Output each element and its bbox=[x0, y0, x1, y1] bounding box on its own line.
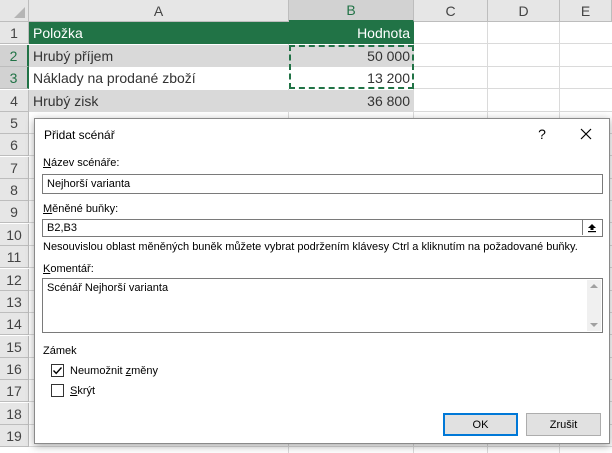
row-header-10[interactable]: 10 bbox=[0, 224, 29, 246]
ok-button[interactable]: OK bbox=[443, 413, 518, 436]
hide-checkbox[interactable] bbox=[51, 384, 64, 397]
comment-text: Scénář Nejhorší varianta bbox=[47, 282, 169, 294]
row-header-2[interactable]: 2 bbox=[0, 45, 29, 67]
prevent-changes-checkbox[interactable] bbox=[51, 364, 64, 377]
row-header-18[interactable]: 18 bbox=[0, 403, 29, 425]
row-header-8[interactable]: 8 bbox=[0, 179, 29, 201]
row-header-16[interactable]: 16 bbox=[0, 358, 29, 380]
scenario-name-input[interactable] bbox=[42, 174, 603, 194]
scroll-down-arrow-icon[interactable] bbox=[590, 323, 598, 327]
row-header-7[interactable]: 7 bbox=[0, 157, 29, 179]
column-header-d[interactable]: D bbox=[488, 0, 560, 22]
row-header-4[interactable]: 4 bbox=[0, 90, 29, 112]
protection-label: Zámek bbox=[43, 345, 77, 357]
column-header-c[interactable]: C bbox=[414, 0, 488, 22]
dialog-title: Přidat scénář bbox=[44, 128, 115, 142]
comment-textarea[interactable]: Scénář Nejhorší varianta bbox=[42, 278, 603, 333]
row-header-19[interactable]: 19 bbox=[0, 425, 29, 447]
prevent-changes-label[interactable]: Neumožnit změny bbox=[70, 365, 158, 377]
add-scenario-dialog: Přidat scénář ? Název scénáře: Měněné bu… bbox=[34, 118, 610, 444]
row-header-5[interactable]: 5 bbox=[0, 112, 29, 134]
select-all-corner[interactable] bbox=[0, 0, 29, 22]
row-header-1[interactable]: 1 bbox=[0, 22, 29, 44]
scroll-up-arrow-icon[interactable] bbox=[590, 284, 598, 288]
checkmark-icon bbox=[52, 367, 63, 375]
hide-label[interactable]: Skrýt bbox=[70, 385, 95, 397]
cell-a2[interactable]: Hrubý příjem bbox=[29, 45, 289, 67]
cell-a1[interactable]: Položka bbox=[29, 22, 289, 44]
row-header-13[interactable]: 13 bbox=[0, 291, 29, 313]
comment-scrollbar[interactable] bbox=[587, 280, 601, 331]
column-header-a[interactable]: A bbox=[29, 0, 289, 22]
row-header-12[interactable]: 12 bbox=[0, 269, 29, 291]
changing-cells-input[interactable] bbox=[42, 219, 603, 237]
help-button[interactable]: ? bbox=[532, 124, 552, 144]
cell-b1[interactable]: Hodnota bbox=[289, 22, 414, 44]
changing-cells-hint: Nesouvislou oblast měněných buněk můžete… bbox=[43, 241, 578, 253]
scenario-name-label: Název scénáře: bbox=[43, 157, 120, 169]
row-header-14[interactable]: 14 bbox=[0, 313, 29, 335]
row-header-17[interactable]: 17 bbox=[0, 380, 29, 402]
changing-cells-label: Měněné buňky: bbox=[43, 203, 119, 215]
column-header-e[interactable]: E bbox=[560, 0, 612, 22]
column-header-b[interactable]: B bbox=[289, 0, 414, 22]
cancel-button[interactable]: Zrušit bbox=[526, 413, 601, 436]
comment-label: Komentář: bbox=[43, 263, 94, 275]
row-header-9[interactable]: 9 bbox=[0, 201, 29, 223]
copy-marquee-b2-b3 bbox=[289, 45, 414, 89]
row-header-11[interactable]: 11 bbox=[0, 246, 29, 268]
cell-a4[interactable]: Hrubý zisk bbox=[29, 90, 289, 112]
cell-a3[interactable]: Náklady na prodané zboží bbox=[29, 67, 289, 89]
collapse-dialog-button[interactable] bbox=[582, 220, 600, 235]
collapse-arrow-icon bbox=[587, 223, 596, 232]
row-header-15[interactable]: 15 bbox=[0, 336, 29, 358]
row-header-6[interactable]: 6 bbox=[0, 134, 29, 156]
close-icon bbox=[580, 128, 592, 140]
row-header-3[interactable]: 3 bbox=[0, 67, 29, 89]
cell-b4[interactable]: 36 800 bbox=[289, 90, 414, 112]
close-button[interactable] bbox=[574, 123, 598, 145]
